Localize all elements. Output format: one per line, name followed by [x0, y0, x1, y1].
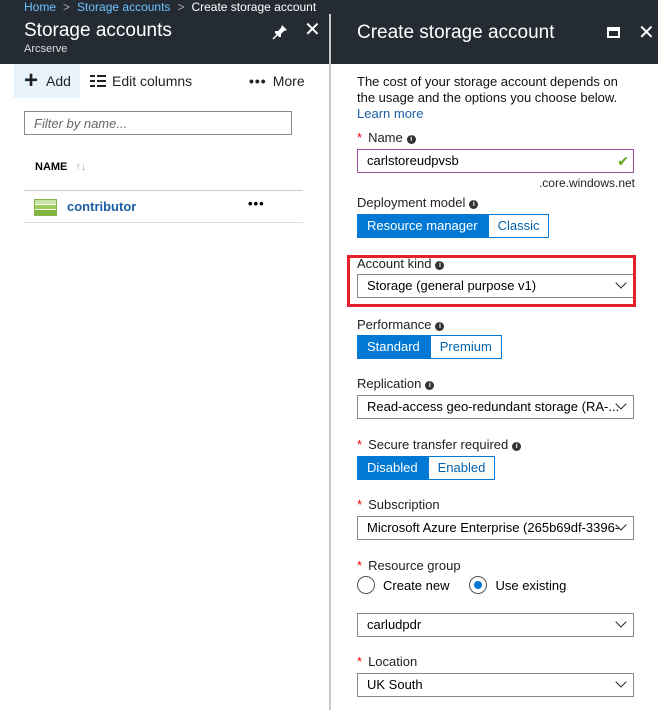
breadcrumb-separator: >	[177, 0, 185, 14]
info-icon[interactable]: i	[512, 442, 522, 451]
replication-label: Replication i	[357, 376, 435, 391]
column-header-name[interactable]: NAME ↑↓	[24, 154, 303, 191]
resource-group-radios: Create new Use existing	[357, 576, 586, 594]
location-dropdown[interactable]: UK South	[357, 673, 634, 697]
toolbar: + Add Edit columns ••• More	[14, 64, 315, 98]
breadcrumb-home[interactable]: Home	[24, 0, 56, 14]
row-ellipsis-icon[interactable]: •••	[248, 196, 265, 211]
use-existing-label[interactable]: Use existing	[495, 578, 566, 593]
info-icon[interactable]: i	[469, 200, 479, 209]
name-input[interactable]: carlstoreudpvsb ✔	[357, 149, 634, 173]
intro-text: The cost of your storage account depends…	[357, 74, 618, 105]
blade-header: Create storage account ✕	[331, 14, 658, 64]
more-button[interactable]: ••• More	[249, 64, 305, 98]
chevron-down-icon	[615, 676, 627, 688]
blade-subtitle: Arcserve	[24, 43, 68, 55]
classic-option[interactable]: Classic	[487, 214, 550, 238]
add-label: Add	[46, 73, 71, 89]
info-icon[interactable]: i	[435, 322, 445, 331]
columns-icon	[90, 75, 106, 87]
edit-columns-button[interactable]: Edit columns	[90, 64, 192, 98]
location-label: * Location	[357, 654, 418, 669]
subscription-value: Microsoft Azure Enterprise (265b69df-339…	[367, 520, 620, 535]
resource-group-value: carludpdr	[367, 617, 422, 632]
name-suffix: .core.windows.net	[538, 176, 635, 190]
sort-icon[interactable]: ↑↓	[75, 161, 86, 173]
close-icon[interactable]: ✕	[638, 20, 655, 45]
name-value: carlstoreudpvsb	[367, 153, 459, 168]
edit-columns-label: Edit columns	[112, 73, 193, 89]
create-storage-account-blade: Create storage account ✕ The cost of you…	[331, 14, 658, 710]
name-label: * Name i	[357, 130, 416, 145]
resource-group-label: * Resource group	[357, 558, 461, 573]
use-existing-radio[interactable]	[469, 576, 488, 594]
blade-title: Create storage account	[357, 22, 555, 43]
ellipsis-icon: •••	[249, 73, 267, 89]
create-new-label[interactable]: Create new	[383, 578, 449, 593]
storage-account-icon	[34, 199, 57, 216]
breadcrumb-storage-accounts[interactable]: Storage accounts	[77, 0, 170, 14]
breadcrumb-separator: >	[63, 0, 71, 14]
replication-value: Read-access geo-redundant storage (RA-..…	[367, 399, 620, 414]
chevron-down-icon	[615, 616, 627, 628]
table-row[interactable]: contributor •••	[24, 191, 303, 223]
resource-manager-option[interactable]: Resource manager	[357, 214, 488, 238]
cost-intro: The cost of your storage account depends…	[357, 74, 639, 122]
blade-header: Storage accounts Arcserve ✕	[0, 14, 329, 64]
location-value: UK South	[367, 677, 423, 692]
premium-option[interactable]: Premium	[429, 335, 502, 359]
more-label: More	[272, 73, 305, 89]
maximize-icon[interactable]	[607, 27, 620, 38]
filter-input[interactable]	[24, 111, 292, 135]
deployment-model-toggle: Resource manager Classic	[357, 214, 550, 238]
deployment-model-label: Deployment model i	[357, 195, 479, 210]
account-kind-highlight-box	[347, 255, 636, 307]
secure-transfer-label: * Secure transfer required i	[357, 437, 522, 452]
close-icon[interactable]: ✕	[304, 20, 321, 40]
breadcrumb: Home > Storage accounts > Create storage acc…	[0, 0, 658, 14]
info-icon[interactable]: i	[425, 381, 435, 390]
performance-label: Performance i	[357, 317, 445, 332]
column-header-label: NAME	[35, 161, 68, 173]
info-icon[interactable]: i	[406, 135, 416, 144]
standard-option[interactable]: Standard	[357, 335, 430, 359]
replication-dropdown[interactable]: Read-access geo-redundant storage (RA-..…	[357, 395, 634, 419]
storage-account-name[interactable]: contributor	[67, 199, 136, 214]
create-new-radio[interactable]	[357, 576, 375, 594]
performance-toggle: Standard Premium	[357, 335, 502, 359]
disabled-option[interactable]: Disabled	[357, 456, 428, 480]
breadcrumb-current: Create storage account	[191, 0, 317, 14]
checkmark-icon: ✔	[617, 153, 629, 169]
pin-icon[interactable]	[272, 24, 288, 40]
enabled-option[interactable]: Enabled	[427, 456, 496, 480]
learn-more-link[interactable]: Learn more	[357, 106, 639, 122]
add-button[interactable]: + Add	[14, 64, 80, 98]
resource-group-dropdown[interactable]: carludpdr	[357, 613, 634, 637]
plus-icon: +	[24, 67, 39, 94]
subscription-label: * Subscription	[357, 497, 440, 512]
subscription-dropdown[interactable]: Microsoft Azure Enterprise (265b69df-339…	[357, 516, 634, 540]
storage-accounts-blade: Storage accounts Arcserve ✕ + Add Edit c…	[0, 14, 329, 710]
secure-transfer-toggle: Disabled Enabled	[357, 456, 496, 480]
